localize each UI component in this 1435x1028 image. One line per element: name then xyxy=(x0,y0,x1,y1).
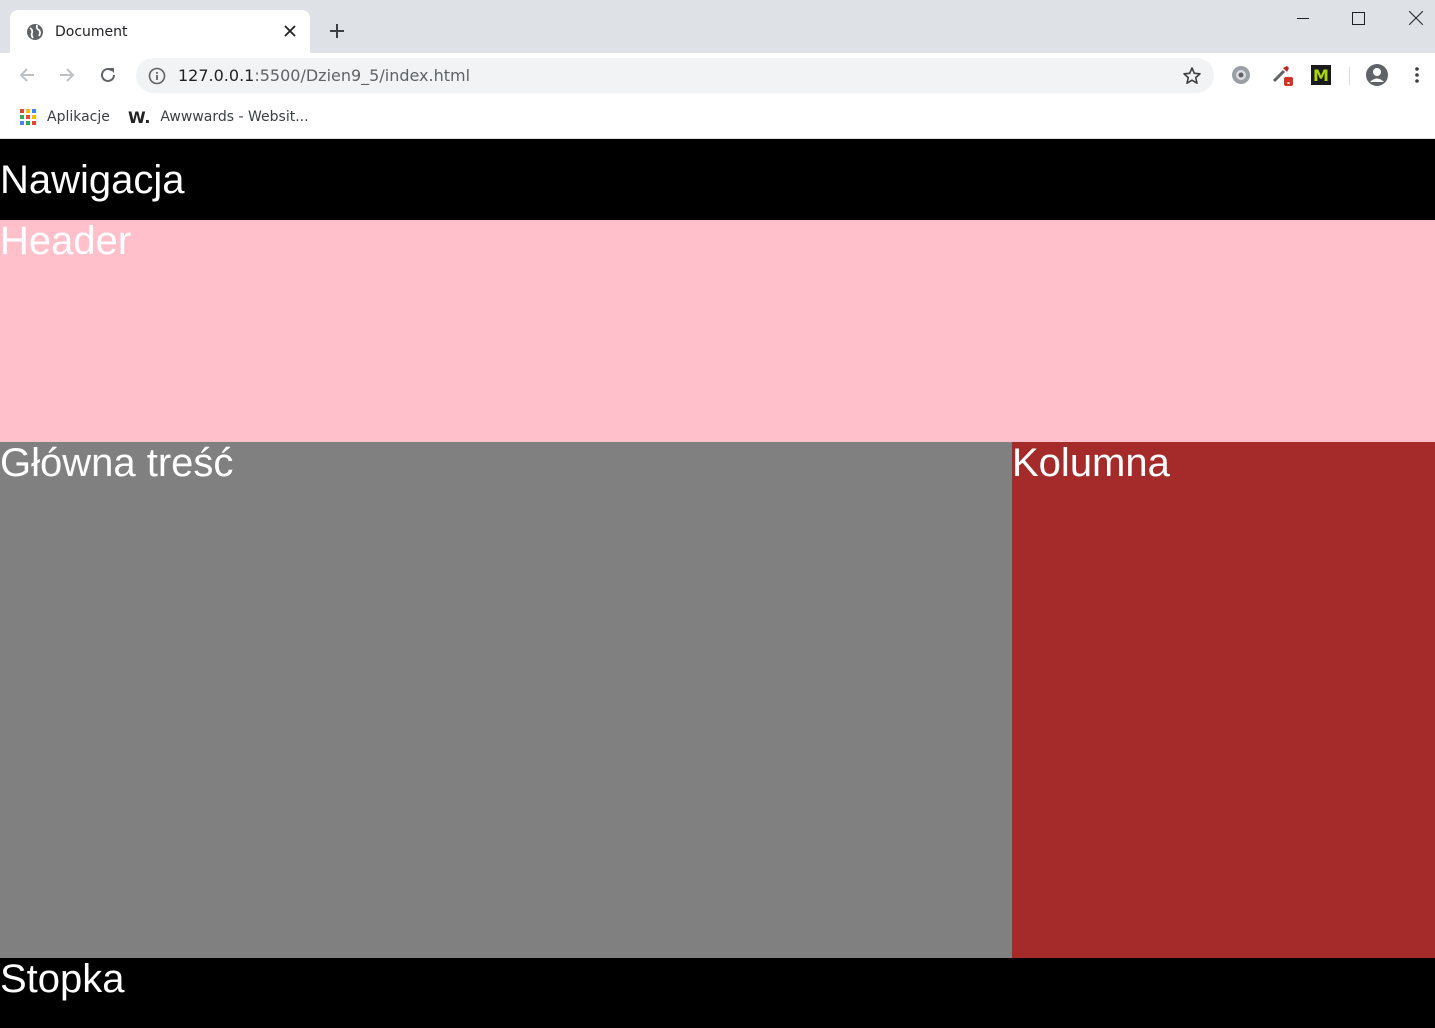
minimize-button[interactable] xyxy=(1275,0,1331,36)
tab-title: Document xyxy=(55,24,128,40)
globe-icon xyxy=(26,23,44,41)
toolbar-divider xyxy=(1349,67,1350,85)
page-viewport: Nawigacja Header Główna treść Kolumna St… xyxy=(0,139,1435,1028)
settings-extension-icon[interactable] xyxy=(1229,63,1253,87)
maximize-button[interactable] xyxy=(1330,0,1386,36)
url-path: :5500/Dzien9_5/index.html xyxy=(254,66,471,85)
browser-toolbar: 127.0.0.1:5500/Dzien9_5/index.html M xyxy=(0,53,1435,98)
bookmarks-bar: Aplikacje W. Awwwards - Websit... xyxy=(0,98,1435,139)
nav-section: Nawigacja xyxy=(0,139,1435,220)
url-text[interactable]: 127.0.0.1:5500/Dzien9_5/index.html xyxy=(178,66,470,86)
main-label: Główna treść xyxy=(0,441,234,485)
header-label: Header xyxy=(0,219,132,263)
awwwards-w-icon: W. xyxy=(128,107,151,127)
reload-button[interactable] xyxy=(95,62,121,88)
m-extension-icon[interactable]: M xyxy=(1309,63,1333,87)
menu-kebab-icon[interactable] xyxy=(1405,63,1429,87)
profile-icon[interactable] xyxy=(1365,63,1389,87)
browser-titlebar: Document xyxy=(0,0,1435,53)
column-section: Kolumna xyxy=(1012,442,1435,958)
star-icon[interactable] xyxy=(1182,66,1202,86)
apps-grid-icon xyxy=(19,108,37,126)
main-content-section: Główna treść xyxy=(0,442,1012,958)
info-icon[interactable] xyxy=(148,67,166,85)
bookmark-apps-label: Aplikacje xyxy=(47,109,110,125)
arrow-left-icon xyxy=(19,68,34,82)
bookmark-awwwards-label: Awwwards - Websit... xyxy=(160,109,309,125)
footer-label: Stopka xyxy=(0,957,125,1001)
arrow-right-icon xyxy=(60,68,75,82)
svg-text:M: M xyxy=(1313,66,1329,85)
reload-icon xyxy=(101,67,115,82)
column-label: Kolumna xyxy=(1012,441,1170,485)
forward-button[interactable] xyxy=(54,62,80,88)
new-tab-button[interactable] xyxy=(326,20,348,42)
close-icon[interactable] xyxy=(280,21,300,41)
window-close-button[interactable] xyxy=(1388,0,1435,36)
url-host: 127.0.0.1 xyxy=(178,66,255,85)
address-bar[interactable]: 127.0.0.1:5500/Dzien9_5/index.html xyxy=(136,58,1214,93)
bookmark-awwwards[interactable]: W. Awwwards - Websit... xyxy=(128,106,309,128)
bookmark-apps[interactable]: Aplikacje xyxy=(19,106,110,128)
back-button[interactable] xyxy=(14,62,40,88)
browser-tab[interactable]: Document xyxy=(10,10,310,53)
header-section: Header xyxy=(0,220,1435,442)
eyedropper-extension-icon[interactable] xyxy=(1270,63,1294,87)
footer-section: Stopka xyxy=(0,958,1435,1028)
nav-label: Nawigacja xyxy=(0,158,185,202)
